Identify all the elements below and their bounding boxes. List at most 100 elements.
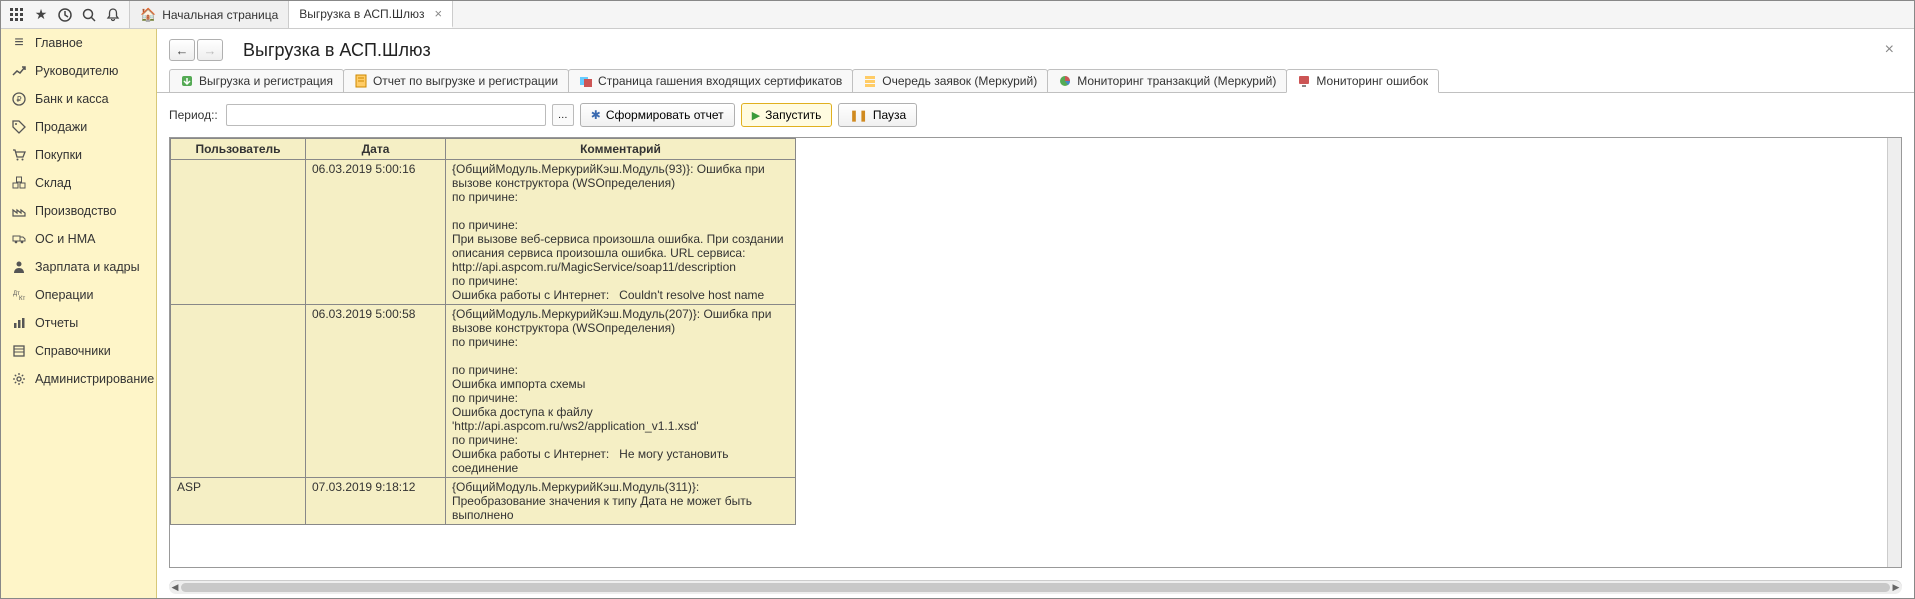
sidebar-item-operations[interactable]: ДтКт Операции <box>1 281 156 309</box>
sidebar-item-label: Продажи <box>35 120 87 134</box>
sidebar-item-label: Руководителю <box>35 64 118 78</box>
cart-icon <box>11 147 27 163</box>
inner-tab-label: Выгрузка и регистрация <box>199 74 333 88</box>
page-title: Выгрузка в АСП.Шлюз <box>243 40 431 61</box>
book-icon <box>11 343 27 359</box>
content-header: ← → Выгрузка в АСП.Шлюз × <box>157 29 1914 69</box>
home-icon: 🏠 <box>140 7 156 23</box>
scroll-thumb[interactable] <box>181 583 1890 592</box>
form-report-label: Сформировать отчет <box>606 108 724 122</box>
play-icon: ▶ <box>752 109 760 122</box>
star-icon[interactable]: ★ <box>29 3 53 27</box>
person-icon <box>11 259 27 275</box>
pause-button[interactable]: ❚❚ Пауза <box>838 103 917 127</box>
inner-tab-queue[interactable]: Очередь заявок (Меркурий) <box>852 69 1048 92</box>
export-icon <box>180 74 194 88</box>
forward-button[interactable]: → <box>197 39 223 61</box>
pause-icon: ❚❚ <box>849 109 867 122</box>
run-label: Запустить <box>765 108 821 122</box>
sidebar: ≡ Главное Руководителю ₽ Банк и касса Пр… <box>1 29 157 598</box>
th-date[interactable]: Дата <box>306 139 446 160</box>
sidebar-item-label: Зарплата и кадры <box>35 260 140 274</box>
sidebar-item-label: Производство <box>35 204 117 218</box>
inner-tab-label: Страница гашения входящих сертификатов <box>598 74 842 88</box>
th-comment[interactable]: Комментарий <box>446 139 796 160</box>
sidebar-item-main[interactable]: ≡ Главное <box>1 29 156 57</box>
back-button[interactable]: ← <box>169 39 195 61</box>
horizontal-scrollbar[interactable]: ◀ ▶ <box>169 580 1902 594</box>
error-table-wrap[interactable]: Пользователь Дата Комментарий 06.03.2019… <box>169 137 1902 568</box>
tab-home-label: Начальная страница <box>162 8 278 22</box>
table-row[interactable]: 06.03.2019 5:00:16{ОбщийМодуль.МеркурийК… <box>171 160 796 305</box>
sidebar-item-admin[interactable]: Администрирование <box>1 365 156 393</box>
scroll-left-icon[interactable]: ◀ <box>169 581 181 594</box>
cell-date: 07.03.2019 9:18:12 <box>306 478 446 525</box>
tab-active[interactable]: Выгрузка в АСП.Шлюз × <box>289 1 453 28</box>
sidebar-item-purchases[interactable]: Покупки <box>1 141 156 169</box>
vertical-scrollbar[interactable] <box>1887 138 1901 567</box>
gear-small-icon: ✱ <box>591 108 601 122</box>
sidebar-item-hr[interactable]: Зарплата и кадры <box>1 253 156 281</box>
sidebar-item-label: Склад <box>35 176 71 190</box>
gear-icon <box>11 371 27 387</box>
th-user[interactable]: Пользователь <box>171 139 306 160</box>
sidebar-item-assets[interactable]: ОС и НМА <box>1 225 156 253</box>
queue-icon <box>863 74 877 88</box>
close-page-icon[interactable]: × <box>1885 41 1894 59</box>
sidebar-item-bank[interactable]: ₽ Банк и касса <box>1 85 156 113</box>
pie-icon <box>1058 74 1072 88</box>
menu-icon: ≡ <box>11 35 27 51</box>
sidebar-item-label: ОС и НМА <box>35 232 95 246</box>
sidebar-item-reports[interactable]: Отчеты <box>1 309 156 337</box>
table-row[interactable]: ASP07.03.2019 9:18:12{ОбщийМодуль.Меркур… <box>171 478 796 525</box>
sidebar-item-sales[interactable]: Продажи <box>1 113 156 141</box>
history-icon[interactable] <box>53 3 77 27</box>
bars-icon <box>11 315 27 331</box>
toolbar-icons: ★ <box>1 1 130 28</box>
tab-home[interactable]: 🏠 Начальная страница <box>130 1 289 28</box>
period-input[interactable] <box>226 104 546 126</box>
inner-tab-report[interactable]: Отчет по выгрузке и регистрации <box>343 69 569 92</box>
controls-row: Период:: … ✱ Сформировать отчет ▶ Запуст… <box>157 93 1914 137</box>
period-select-button[interactable]: … <box>552 104 574 126</box>
sidebar-item-label: Администрирование <box>35 372 154 386</box>
inner-tab-errors[interactable]: Мониторинг ошибок <box>1286 69 1439 93</box>
apps-icon[interactable] <box>5 3 29 27</box>
error-table: Пользователь Дата Комментарий 06.03.2019… <box>170 138 796 525</box>
sidebar-item-label: Операции <box>35 288 93 302</box>
search-icon[interactable] <box>77 3 101 27</box>
factory-icon <box>11 203 27 219</box>
period-label: Период:: <box>169 108 218 122</box>
top-toolbar: ★ 🏠 Начальная страница Выгрузка в АСП.Шл… <box>1 1 1914 29</box>
cert-icon <box>579 74 593 88</box>
inner-tab-trans[interactable]: Мониторинг транзакций (Меркурий) <box>1047 69 1287 92</box>
operations-icon: ДтКт <box>11 287 27 303</box>
sidebar-item-label: Справочники <box>35 344 111 358</box>
inner-tab-label: Очередь заявок (Меркурий) <box>882 74 1037 88</box>
tab-active-label: Выгрузка в АСП.Шлюз <box>299 7 424 21</box>
sidebar-item-catalogs[interactable]: Справочники <box>1 337 156 365</box>
monitor-icon <box>1297 74 1311 88</box>
scroll-right-icon[interactable]: ▶ <box>1890 581 1902 594</box>
form-report-button[interactable]: ✱ Сформировать отчет <box>580 103 735 127</box>
pause-label: Пауза <box>873 108 906 122</box>
run-button[interactable]: ▶ Запустить <box>741 103 833 127</box>
cell-comment: {ОбщийМодуль.МеркурийКэш.Модуль(311)}: П… <box>446 478 796 525</box>
close-icon[interactable]: × <box>434 6 442 21</box>
cell-user: ASP <box>171 478 306 525</box>
sidebar-item-warehouse[interactable]: Склад <box>1 169 156 197</box>
truck-icon <box>11 231 27 247</box>
boxes-icon <box>11 175 27 191</box>
cell-comment: {ОбщийМодуль.МеркурийКэш.Модуль(207)}: О… <box>446 305 796 478</box>
cell-user <box>171 305 306 478</box>
sidebar-item-production[interactable]: Производство <box>1 197 156 225</box>
inner-tab-export[interactable]: Выгрузка и регистрация <box>169 69 344 92</box>
inner-tab-cert[interactable]: Страница гашения входящих сертификатов <box>568 69 853 92</box>
sidebar-item-manager[interactable]: Руководителю <box>1 57 156 85</box>
inner-tab-label: Мониторинг ошибок <box>1316 74 1428 88</box>
inner-tab-label: Отчет по выгрузке и регистрации <box>373 74 558 88</box>
bell-icon[interactable] <box>101 3 125 27</box>
content: ← → Выгрузка в АСП.Шлюз × Выгрузка и рег… <box>157 29 1914 598</box>
sidebar-item-label: Главное <box>35 36 83 50</box>
table-row[interactable]: 06.03.2019 5:00:58{ОбщийМодуль.МеркурийК… <box>171 305 796 478</box>
